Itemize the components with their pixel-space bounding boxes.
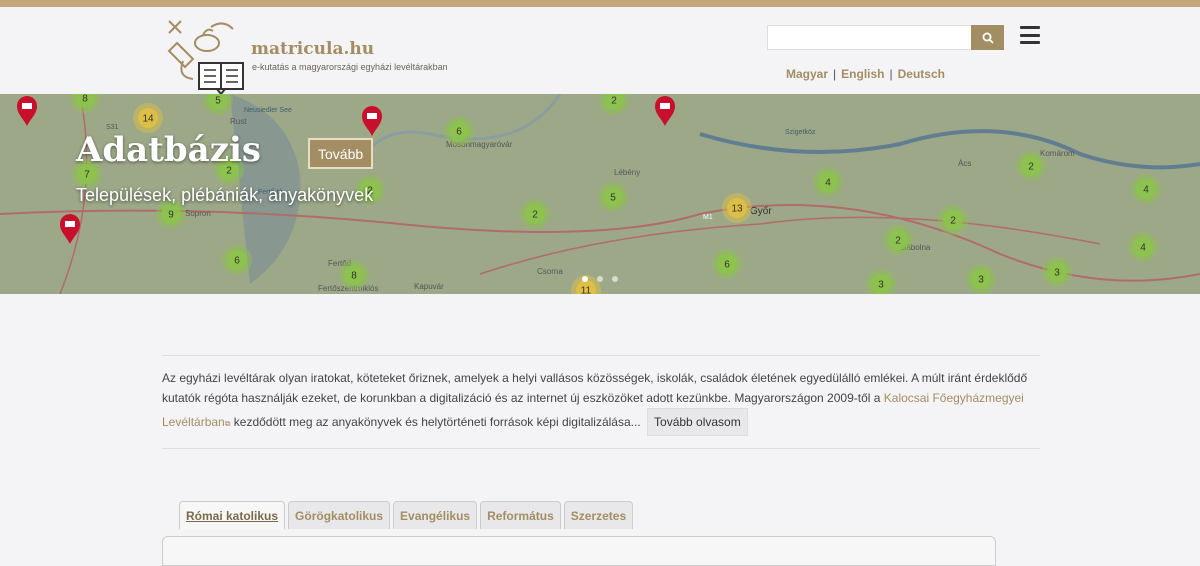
denomination-tabs: Római katolikus Görögkatolikus Evangélik… bbox=[179, 501, 634, 529]
map-cluster-count: 6 bbox=[234, 256, 240, 267]
map-cluster[interactable]: 14 bbox=[133, 103, 163, 133]
map-cluster[interactable]: 4 bbox=[1131, 174, 1161, 204]
lang-english[interactable]: English bbox=[841, 67, 884, 81]
tab-greek-catholic[interactable]: Görögkatolikus bbox=[288, 501, 391, 529]
tab-religious-orders[interactable]: Szerzetes bbox=[563, 501, 634, 529]
map-cluster-count: 6 bbox=[724, 260, 730, 271]
map-cluster-count: 4 bbox=[825, 178, 831, 189]
map-label: Ács bbox=[958, 159, 971, 168]
search-button[interactable] bbox=[971, 25, 1004, 50]
map-cluster-count: 2 bbox=[611, 96, 617, 107]
map-label: M1 bbox=[703, 214, 713, 221]
map-cluster-count: 3 bbox=[878, 280, 884, 291]
map-label: Szigetköz bbox=[785, 129, 816, 136]
map-cluster-count: 2 bbox=[895, 236, 901, 247]
carousel-indicators bbox=[582, 276, 618, 282]
carousel-dot[interactable] bbox=[582, 276, 588, 282]
map-cluster-count: 4 bbox=[1140, 243, 1146, 254]
map-cluster[interactable]: 6 bbox=[444, 116, 474, 146]
map-label: Komárom bbox=[1040, 149, 1075, 158]
map-cluster[interactable]: 2 bbox=[1016, 151, 1046, 181]
map-cluster-count: 2 bbox=[532, 210, 538, 221]
tab-lutheran[interactable]: Evangélikus bbox=[393, 501, 478, 529]
map-cluster[interactable]: 2 bbox=[520, 199, 550, 229]
map-cluster[interactable]: 3 bbox=[966, 264, 996, 294]
map-cluster[interactable]: 13 bbox=[722, 193, 752, 223]
map-cluster-count: 5 bbox=[215, 96, 221, 107]
map-cluster-count: 4 bbox=[1143, 185, 1149, 196]
map-cluster[interactable]: 8 bbox=[339, 260, 369, 290]
map-label: Csorna bbox=[537, 267, 563, 276]
intro-text: Az egyházi levéltárak olyan iratokat, kö… bbox=[162, 355, 1040, 449]
map-cluster-count: 8 bbox=[351, 271, 357, 282]
site-name[interactable]: matricula.hu bbox=[251, 39, 374, 59]
map-cluster[interactable]: 5 bbox=[598, 182, 628, 212]
map-cluster-count: 2 bbox=[950, 216, 956, 227]
map-cluster-count: 14 bbox=[142, 114, 154, 125]
map-label: Kapuvár bbox=[414, 282, 444, 291]
lang-magyar[interactable]: Magyar bbox=[786, 67, 828, 81]
map-cluster-count: 13 bbox=[731, 204, 743, 215]
map-cluster[interactable]: 2 bbox=[883, 225, 913, 255]
hero-more-button[interactable]: Tovább bbox=[308, 138, 374, 169]
tab-reformed[interactable]: Református bbox=[480, 501, 561, 529]
map-label: Sopron bbox=[185, 209, 211, 218]
language-switcher: Magyar | English | Deutsch bbox=[786, 67, 945, 81]
site-header: matricula.hu e-kutatás a magyarországi e… bbox=[0, 7, 1200, 95]
map-cluster-count: 7 bbox=[84, 170, 90, 181]
menu-icon[interactable] bbox=[1020, 26, 1040, 44]
map-label: Lébény bbox=[614, 168, 640, 177]
read-more-button[interactable]: Tovább olvasom bbox=[647, 408, 748, 436]
map-label: Győr bbox=[750, 206, 772, 217]
map-cluster[interactable]: 2 bbox=[938, 205, 968, 235]
map-label: Neusiedler See bbox=[244, 107, 292, 114]
top-accent-bar bbox=[0, 0, 1200, 7]
map-cluster-count: 11 bbox=[581, 286, 592, 295]
map-cluster-count: 2 bbox=[1028, 162, 1034, 173]
map-cluster-count: 6 bbox=[456, 127, 462, 138]
map-cluster-count: 5 bbox=[610, 193, 616, 204]
carousel-dot[interactable] bbox=[597, 276, 603, 282]
map-cluster-count: 3 bbox=[978, 275, 984, 286]
tab-roman-catholic[interactable]: Római katolikus bbox=[179, 501, 286, 529]
search-icon bbox=[982, 32, 994, 44]
map-cluster[interactable]: 4 bbox=[1128, 232, 1158, 262]
hero-subtitle: Települések, plébániák, anyakönyvek bbox=[76, 185, 374, 205]
map-label: Rust bbox=[230, 117, 247, 126]
search-form bbox=[767, 25, 1005, 50]
lang-deutsch[interactable]: Deutsch bbox=[898, 67, 945, 81]
map-cluster[interactable]: 3 bbox=[1042, 257, 1072, 287]
search-input[interactable] bbox=[767, 25, 972, 50]
site-tagline: e-kutatás a magyarországi egyházi levélt… bbox=[252, 62, 448, 72]
intro-text-after: kezdődött meg az anyakönyvek és helytört… bbox=[230, 415, 641, 429]
map-cluster-count: 8 bbox=[82, 94, 88, 105]
carousel-dot[interactable] bbox=[612, 276, 618, 282]
map-cluster[interactable]: 4 bbox=[813, 167, 843, 197]
map-cluster[interactable]: 6 bbox=[712, 249, 742, 279]
hero-carousel[interactable]: Rust S31 Neusiedler See Fertő-tó Sopron … bbox=[0, 94, 1200, 294]
logo-icon[interactable] bbox=[163, 13, 245, 95]
map-cluster-count: 9 bbox=[168, 210, 174, 221]
hero-title: Adatbázis bbox=[76, 130, 262, 170]
map-cluster-count: 3 bbox=[1054, 268, 1060, 279]
tab-panel bbox=[162, 536, 996, 566]
map-cluster[interactable]: 6 bbox=[222, 245, 252, 275]
